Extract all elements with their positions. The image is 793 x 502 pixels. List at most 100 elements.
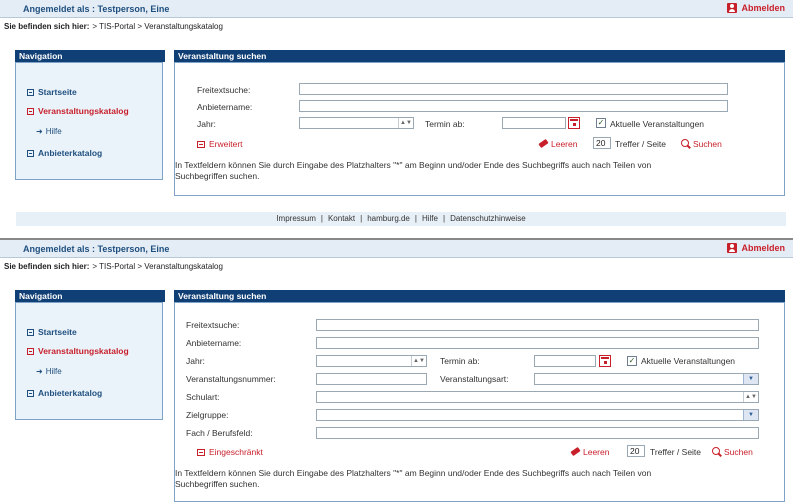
anbieter-input[interactable]	[316, 337, 759, 349]
termin-input[interactable]	[502, 117, 566, 129]
nav-item-label: Startseite	[38, 87, 77, 97]
nav-item-label: Anbieterkatalog	[38, 388, 103, 398]
termin-label: Termin ab:	[425, 119, 465, 129]
top-bar: Angemeldet als : Testperson, Eine Abmeld…	[0, 0, 793, 18]
freitext-input[interactable]	[299, 83, 728, 95]
login-status: Angemeldet als : Testperson, Eine	[23, 4, 170, 14]
freitext-label: Freitextsuche:	[186, 320, 240, 330]
search-icon	[681, 139, 689, 147]
nav-item-label: Hilfe	[45, 367, 62, 376]
aktuelle-label: Aktuelle Veranstaltungen	[610, 119, 705, 129]
footer-link-impressum[interactable]: Impressum	[276, 214, 316, 223]
fach-input[interactable]	[316, 427, 759, 439]
footer-separator: |	[442, 214, 446, 223]
per-page-input[interactable]: 20	[593, 137, 611, 149]
chevron-down-icon: ▼	[743, 374, 758, 384]
breadcrumb-label: Sie befinden sich hier:	[4, 22, 90, 31]
vnummer-label: Veranstaltungsnummer:	[186, 374, 276, 384]
footer-link-hamburg[interactable]: hamburg.de	[367, 214, 410, 223]
footer-link-datenschutz[interactable]: Datenschutzhinweise	[450, 214, 526, 223]
search-header: Veranstaltung suchen	[174, 50, 785, 62]
freitext-label: Freitextsuche:	[197, 85, 251, 95]
sidebar-item-veranstaltungskatalog[interactable]: Veranstaltungskatalog	[27, 106, 129, 116]
wildcard-hint: In Textfeldern können Sie durch Eingabe …	[175, 160, 651, 182]
sidebar-item-veranstaltungskatalog[interactable]: Veranstaltungskatalog	[27, 346, 129, 356]
expand-icon	[197, 141, 205, 148]
vnummer-input[interactable]	[316, 373, 427, 385]
eingeschraenkt-toggle[interactable]: Eingeschränkt	[197, 447, 263, 457]
nav-item-label: Hilfe	[45, 127, 62, 136]
hint-line-2: Suchbegriffen suchen.	[175, 479, 260, 489]
search-panel: Freitextsuche: Anbietername: Jahr: ▲▼ Te…	[174, 62, 785, 196]
anbieter-label: Anbietername:	[197, 102, 253, 112]
anbieter-label: Anbietername:	[186, 338, 242, 348]
logout-label: Abmelden	[741, 3, 785, 13]
collapse-icon	[197, 449, 205, 456]
arrow-right-icon: ➜	[36, 127, 43, 136]
vart-select[interactable]: ▼	[534, 373, 759, 385]
sidebar-item-startseite[interactable]: Startseite	[27, 327, 77, 337]
breadcrumb: Sie befinden sich hier: > TIS-Portal > Ve…	[4, 22, 223, 31]
leeren-button[interactable]: Leeren	[570, 446, 609, 457]
calendar-icon[interactable]	[568, 117, 580, 129]
chevron-down-icon: ▼	[743, 410, 758, 420]
sidebar-item-startseite[interactable]: Startseite	[27, 87, 77, 97]
nav-item-label: Veranstaltungskatalog	[38, 106, 129, 116]
leeren-button[interactable]: Leeren	[538, 138, 577, 149]
logout-link[interactable]: Abmelden	[727, 3, 785, 13]
suchen-button[interactable]: Suchen	[681, 139, 722, 149]
schulart-select[interactable]: ▲▼	[316, 391, 759, 403]
footer-link-hilfe[interactable]: Hilfe	[422, 214, 438, 223]
expand-icon	[27, 329, 34, 336]
eingeschraenkt-label: Eingeschränkt	[209, 447, 263, 457]
footer-separator: |	[320, 214, 323, 223]
search-panel: Freitextsuche: Anbietername: Jahr: ▲▼ Te…	[174, 302, 785, 502]
aktuelle-checkbox[interactable]: ✓	[627, 356, 637, 366]
fach-label: Fach / Berufsfeld:	[186, 428, 253, 438]
expand-icon	[27, 150, 34, 157]
nav-item-label: Anbieterkatalog	[38, 148, 103, 158]
nav-panel: Startseite Veranstaltungskatalog ➜ Hilfe …	[15, 302, 163, 420]
logout-link[interactable]: Abmelden	[727, 243, 785, 253]
calendar-icon[interactable]	[599, 355, 611, 367]
aktuelle-checkbox[interactable]: ✓	[596, 118, 606, 128]
jahr-label: Jahr:	[186, 356, 205, 366]
zielgruppe-select[interactable]: ▼	[316, 409, 759, 421]
footer-link-kontakt[interactable]: Kontakt	[328, 214, 355, 223]
footer-separator: |	[414, 214, 417, 223]
sidebar-item-hilfe[interactable]: ➜ Hilfe	[36, 127, 62, 136]
jahr-select[interactable]: ▲▼	[316, 355, 427, 367]
updown-icon: ▲▼	[743, 392, 758, 402]
hint-line-1: In Textfeldern können Sie durch Eingabe …	[175, 468, 652, 478]
sidebar-item-anbieterkatalog[interactable]: Anbieterkatalog	[27, 148, 102, 158]
suchen-label: Suchen	[724, 447, 753, 457]
anbieter-input[interactable]	[299, 100, 728, 112]
breadcrumb-label: Sie befinden sich hier:	[4, 262, 90, 271]
vart-label: Veranstaltungsart:	[440, 374, 509, 384]
nav-item-label: Startseite	[38, 327, 77, 337]
search-header: Veranstaltung suchen	[174, 290, 785, 302]
nav-header: Navigation	[15, 50, 165, 62]
erweitert-toggle[interactable]: Erweitert	[197, 139, 243, 149]
expand-icon	[27, 89, 34, 96]
arrow-right-icon: ➜	[36, 367, 43, 376]
jahr-select[interactable]: ▲▼	[299, 117, 414, 129]
breadcrumb-path[interactable]: > TIS-Portal > Veranstaltungskatalog	[92, 22, 223, 31]
footer-separator: |	[360, 214, 363, 223]
termin-input[interactable]	[534, 355, 596, 367]
expand-icon	[27, 390, 34, 397]
eraser-icon	[538, 138, 549, 149]
screen-simple-search: Angemeldet als : Testperson, Eine Abmeld…	[0, 0, 793, 240]
per-page-label: Treffer / Seite	[650, 447, 702, 457]
hint-line-2: Suchbegriffen suchen.	[175, 171, 260, 181]
hint-line-1: In Textfeldern können Sie durch Eingabe …	[175, 160, 652, 170]
suchen-button[interactable]: Suchen	[712, 447, 753, 457]
sidebar-item-hilfe[interactable]: ➜ Hilfe	[36, 367, 62, 376]
per-page-input[interactable]: 20	[627, 445, 645, 457]
eraser-icon	[570, 446, 581, 457]
freitext-input[interactable]	[316, 319, 759, 331]
user-icon	[727, 243, 738, 253]
sidebar-item-anbieterkatalog[interactable]: Anbieterkatalog	[27, 388, 102, 398]
updown-icon: ▲▼	[398, 118, 413, 128]
breadcrumb-path[interactable]: > TIS-Portal > Veranstaltungskatalog	[92, 262, 223, 271]
